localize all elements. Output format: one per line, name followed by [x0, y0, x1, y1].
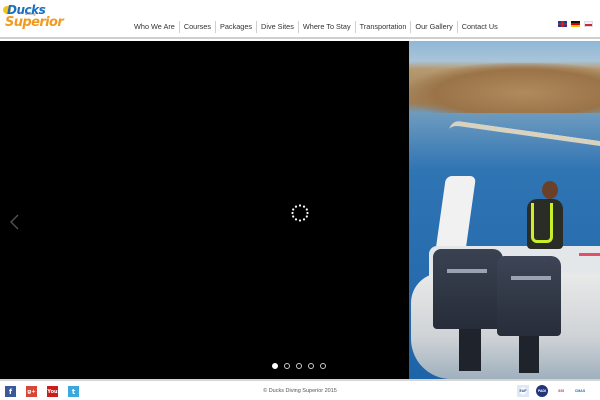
en-flag-icon[interactable] — [558, 21, 567, 27]
hero-slider — [0, 41, 600, 379]
nav-transportation[interactable]: Transportation — [354, 21, 411, 33]
loading-spinner-icon — [291, 204, 309, 222]
nav-who-we-are[interactable]: Who We Are — [130, 21, 179, 33]
logo[interactable]: Ducks diving Superior — [3, 3, 69, 33]
nav-contact-us[interactable]: Contact Us — [456, 21, 502, 33]
person-vest — [531, 203, 553, 243]
boat-stripe — [579, 253, 600, 256]
nav-where-to-stay[interactable]: Where To Stay — [297, 21, 355, 33]
padi-logo-icon[interactable]: PADI — [536, 385, 548, 397]
certification-logos: EUF PADI SSI CMAS — [517, 385, 586, 397]
euf-logo-icon[interactable]: EUF — [517, 385, 529, 397]
main-nav: Who We Are Courses Packages Dive Sites W… — [130, 20, 502, 34]
rock-island — [409, 63, 600, 113]
slider-dot-3[interactable] — [296, 363, 302, 369]
slider-dot-5[interactable] — [320, 363, 326, 369]
de-flag-icon[interactable] — [571, 21, 580, 27]
engine-shaft — [519, 333, 539, 373]
pl-flag-icon[interactable] — [584, 21, 593, 27]
language-switcher — [558, 21, 593, 27]
ssi-logo-icon[interactable]: SSI — [555, 385, 567, 397]
header: Ducks diving Superior Who We Are Courses… — [0, 0, 600, 39]
footer: f g+ You t © Ducks Diving Superior 2015 … — [0, 379, 600, 400]
slider-dot-4[interactable] — [308, 363, 314, 369]
outboard-engine — [497, 256, 561, 336]
nav-packages[interactable]: Packages — [215, 21, 256, 33]
engine-label — [511, 276, 551, 280]
slider-dot-1[interactable] — [272, 363, 278, 369]
slider-prev-arrow-icon[interactable] — [7, 213, 21, 231]
nav-our-gallery[interactable]: Our Gallery — [410, 21, 456, 33]
boat-rail — [449, 119, 600, 153]
copyright-text: © Ducks Diving Superior 2015 — [263, 388, 337, 394]
logo-text-superior: Superior — [5, 15, 64, 30]
page: Ducks diving Superior Who We Are Courses… — [0, 0, 600, 400]
cmas-logo-icon[interactable]: CMAS — [574, 385, 586, 397]
outboard-engine — [433, 249, 503, 329]
engine-label — [447, 269, 487, 273]
person-head — [542, 181, 558, 199]
nav-courses[interactable]: Courses — [178, 21, 215, 33]
slide-photo-boat — [409, 41, 600, 379]
slider-dot-2[interactable] — [284, 363, 290, 369]
nav-dive-sites[interactable]: Dive Sites — [256, 21, 298, 33]
slider-pagination — [272, 363, 326, 369]
engine-shaft — [459, 326, 481, 371]
